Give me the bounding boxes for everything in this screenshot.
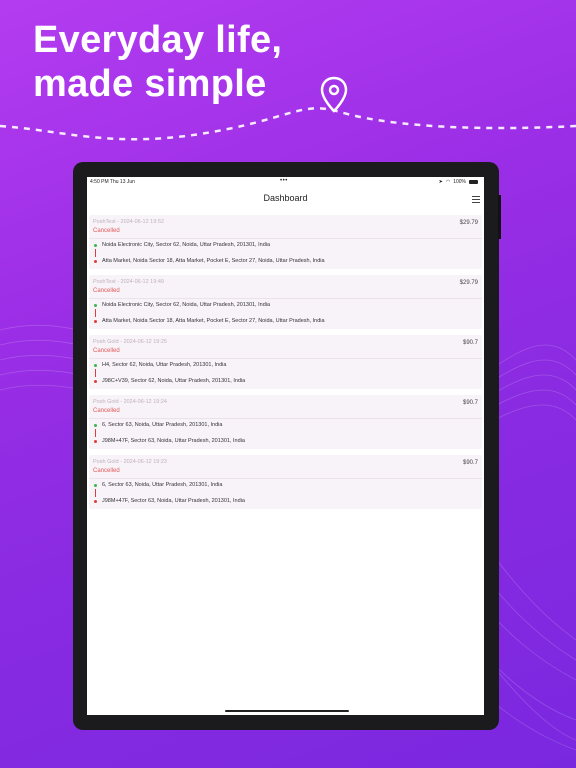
multitask-dots[interactable]: ••• <box>280 178 288 184</box>
drop-dot-icon <box>94 440 97 443</box>
route-connector <box>95 369 96 377</box>
pickup-dot-icon <box>94 304 97 307</box>
headline: Everyday life, made simple <box>33 18 282 106</box>
device-side-button <box>498 195 501 239</box>
pickup-address: Noida Electronic City, Sector 62, Noida,… <box>102 242 271 248</box>
pickup-address: 6, Sector 63, Noida, Uttar Pradesh, 2013… <box>102 482 223 488</box>
ride-price: $29.79 <box>459 220 478 226</box>
location-arrow-icon: ➤ <box>438 179 443 185</box>
pickup-address: 6, Sector 63, Noida, Uttar Pradesh, 2013… <box>102 422 223 428</box>
ride-card[interactable]: Posh Gold - 2024-06-12 19:25 Cancelled $… <box>89 335 482 389</box>
drop-address: J98C+V39, Sector 62, Noida, Uttar Prades… <box>102 378 246 384</box>
pickup-dot-icon <box>94 424 97 427</box>
drop-dot-icon <box>94 500 97 503</box>
ride-status: Cancelled <box>93 348 120 354</box>
ride-price: $90.7 <box>462 400 478 406</box>
location-pin-icon <box>320 76 348 113</box>
ride-card[interactable]: PoshTest - 2024-06-12 19:49 Cancelled $2… <box>89 275 482 329</box>
nav-header: Dashboard <box>87 187 484 215</box>
headline-line-2: made simple <box>33 63 267 105</box>
drop-dot-icon <box>94 320 97 323</box>
drop-dot-icon <box>94 260 97 263</box>
ride-price: $90.7 <box>462 460 478 466</box>
ride-title: Posh Gold - 2024-06-12 19:25 <box>93 339 167 345</box>
pickup-dot-icon <box>94 484 97 487</box>
ride-price: $90.7 <box>462 340 478 346</box>
ride-card[interactable]: Posh Gold - 2024-06-12 19:23 Cancelled $… <box>89 455 482 509</box>
ride-status: Cancelled <box>93 288 120 294</box>
ride-title: Posh Gold - 2024-06-12 19:24 <box>93 399 167 405</box>
pickup-dot-icon <box>94 244 97 247</box>
route-connector <box>95 249 96 257</box>
route-connector <box>95 429 96 437</box>
ride-title: PoshTest - 2024-06-12 19:52 <box>93 219 164 225</box>
status-bar: 4:50 PM Thu 13 Jun ••• ➤ ◠ 100% <box>87 177 484 187</box>
route-connector <box>95 489 96 497</box>
pickup-address: H4, Sector 62, Noida, Uttar Pradesh, 201… <box>102 362 227 368</box>
status-indicators: ➤ ◠ 100% <box>439 179 478 185</box>
ride-card[interactable]: PoshTest - 2024-06-12 19:52 Cancelled $2… <box>89 215 482 269</box>
ride-status: Cancelled <box>93 468 120 474</box>
drop-address: J98M+47F, Sector 63, Noida, Uttar Prades… <box>102 498 245 504</box>
battery-label: 100% <box>453 179 466 185</box>
app-screen: 4:50 PM Thu 13 Jun ••• ➤ ◠ 100% Dashboar… <box>87 177 484 715</box>
ride-price: $29.79 <box>459 280 478 286</box>
drop-address: Atta Market, Noida Sector 18, Atta Marke… <box>102 258 325 264</box>
pickup-address: Noida Electronic City, Sector 62, Noida,… <box>102 302 271 308</box>
drop-dot-icon <box>94 380 97 383</box>
drop-address: Atta Market, Noida Sector 18, Atta Marke… <box>102 318 325 324</box>
drop-address: J98M+47F, Sector 63, Noida, Uttar Prades… <box>102 438 245 444</box>
hamburger-menu-icon[interactable] <box>472 196 480 203</box>
home-indicator[interactable] <box>225 710 349 712</box>
page-title: Dashboard <box>263 193 308 203</box>
ride-list: PoshTest - 2024-06-12 19:52 Cancelled $2… <box>87 215 484 509</box>
wifi-icon: ◠ <box>445 179 451 185</box>
status-time: 4:50 PM Thu 13 Jun <box>90 179 135 185</box>
battery-icon <box>469 180 478 184</box>
ride-card[interactable]: Posh Gold - 2024-06-12 19:24 Cancelled $… <box>89 395 482 449</box>
ride-title: Posh Gold - 2024-06-12 19:23 <box>93 459 167 465</box>
ride-title: PoshTest - 2024-06-12 19:49 <box>93 279 164 285</box>
headline-line-1: Everyday life, <box>33 19 283 61</box>
ride-status: Cancelled <box>93 228 120 234</box>
route-connector <box>95 309 96 317</box>
pickup-dot-icon <box>94 364 97 367</box>
ride-status: Cancelled <box>93 408 120 414</box>
